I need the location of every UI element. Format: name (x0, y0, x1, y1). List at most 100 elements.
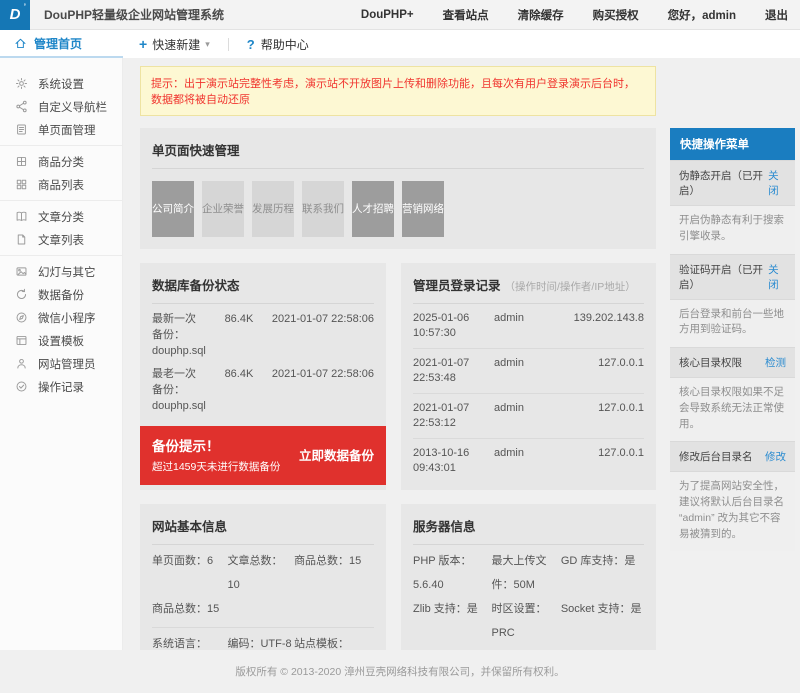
sidebar: 系统设置 自定义导航栏 单页面管理 商品分类 商品列表 (0, 58, 123, 650)
chevron-down-icon: ▾ (205, 39, 210, 50)
backup-status-card: 数据库备份状态 最新一次备份：douphp.sql 86.4K 2021-01-… (140, 263, 386, 490)
qp-rename-dir-link[interactable]: 修改 (765, 449, 786, 464)
check-circle-icon (15, 380, 28, 393)
page-tile-jobs[interactable]: 人才招聘 (352, 181, 394, 237)
quick-new-button[interactable]: 快速新建 (152, 36, 200, 53)
grid-icon (15, 178, 28, 191)
question-icon: ? (247, 37, 255, 52)
quick-actions-panel: 快捷操作菜单 伪静态开启（已开启） 关闭 开启伪静态有利于搜索引擎收录。 验证码… (670, 128, 795, 551)
qp-rename-dir-desc: 为了提高网站安全性，建议将默认后台目录名 “admin” 改为其它不容易被猜到的… (670, 471, 795, 551)
backup-alert-title: 备份提示！ (152, 435, 299, 455)
home-icon (14, 37, 27, 50)
server-info-card: 服务器信息 PHP 版本：5.6.40 最大上传文件：50M GD 库支持：是 … (401, 504, 656, 650)
server-env: PHP 版本：5.6.40 最大上传文件：50M GD 库支持：是 Zlib 支… (413, 545, 644, 650)
qp-captcha-close-link[interactable]: 关闭 (768, 262, 786, 292)
backup-alert-desc: 超过1459天未进行数据备份 (152, 459, 299, 474)
card-title: 服务器信息 (413, 516, 644, 545)
menu-clear-cache[interactable]: 清除缓存 (518, 7, 564, 23)
card-title: 单页面快速管理 (152, 140, 644, 169)
page-tile-marketing[interactable]: 营销网络 (402, 181, 444, 237)
page-icon (15, 123, 28, 136)
qp-rename-dir-row: 修改后台目录名 修改 (670, 441, 795, 471)
compass-icon (15, 311, 28, 324)
card-title: 数据库备份状态 (152, 275, 374, 304)
qp-captcha-row: 验证码开启（已开启） 关闭 (670, 254, 795, 299)
sidebar-item-single-pages[interactable]: 单页面管理 (0, 118, 122, 141)
sidebar-item-label: 系统设置 (38, 76, 84, 92)
sidebar-item-data-backup[interactable]: 数据备份 (0, 283, 122, 306)
backup-row: 最新一次备份：douphp.sql 86.4K 2021-01-07 22:58… (152, 304, 374, 359)
sidebar-item-label: 商品列表 (38, 177, 84, 193)
logo-letter: D (10, 6, 21, 23)
site-info-card: 网站基本信息 单页面数：6 文章总数：10 商品总数：15 商品总数：15 (140, 504, 386, 650)
login-log-row: 2021-01-07 22:53:48 admin 127.0.0.1 (413, 349, 644, 394)
qp-permissions-check-link[interactable]: 检测 (765, 355, 786, 370)
sidebar-item-slides-others[interactable]: 幻灯与其它 (0, 260, 122, 283)
login-log-row: 2025-01-06 10:57:30 admin 139.202.143.8 (413, 304, 644, 349)
sidebar-item-wechat-miniprogram[interactable]: 微信小程序 (0, 306, 122, 329)
sidebar-item-label: 商品分类 (38, 154, 84, 170)
menu-douphp-plus[interactable]: DouPHP+ (361, 9, 414, 21)
qp-permissions-row: 核心目录权限 检测 (670, 347, 795, 377)
quick-pages-card: 单页面快速管理 公司简介 企业荣誉 发展历程 联系我们 人才招聘 营销网络 (140, 128, 656, 249)
card-title: 管理员登录记录（操作时间/操作者/IP地址） (413, 275, 644, 304)
page-tiles: 公司简介 企业荣誉 发展历程 联系我们 人才招聘 营销网络 (152, 169, 644, 237)
file-icon (15, 233, 28, 246)
sidebar-item-label: 微信小程序 (38, 310, 96, 326)
page-tile-history[interactable]: 发展历程 (252, 181, 294, 237)
help-center-button[interactable]: 帮助中心 (261, 36, 309, 53)
template-icon (15, 334, 28, 347)
sidebar-item-template-settings[interactable]: 设置模板 (0, 329, 122, 352)
refresh-icon (15, 288, 28, 301)
image-icon (15, 265, 28, 278)
login-log-row: 2021-01-07 22:53:12 admin 127.0.0.1 (413, 394, 644, 439)
menu-logout[interactable]: 退出 (765, 7, 788, 23)
douphp-logo[interactable]: D ʼ (0, 0, 30, 30)
qp-captcha-desc: 后台登录和前台一些地方用到验证码。 (670, 299, 795, 348)
nav-actions: + 快速新建 ▾ ? 帮助中心 (139, 36, 309, 53)
user-icon (15, 357, 28, 370)
sidebar-item-custom-nav[interactable]: 自定义导航栏 (0, 95, 122, 118)
page-tile-company-profile[interactable]: 公司简介 (152, 181, 194, 237)
menu-buy-license[interactable]: 购买授权 (593, 7, 639, 23)
login-log-subtitle: （操作时间/操作者/IP地址） (505, 281, 636, 293)
sidebar-item-article-categories[interactable]: 文章分类 (0, 205, 122, 228)
sidebar-item-product-list[interactable]: 商品列表 (0, 173, 122, 196)
nav-admin-home[interactable]: 管理首页 (0, 30, 123, 58)
qp-rewrite-desc: 开启伪静态有利于搜索引擎收录。 (670, 205, 795, 254)
main-content: 提示：出于演示站完整性考虑，演示站不开放图片上传和删除功能，且每次有用户登录演示… (123, 58, 800, 650)
demo-notice-banner: 提示：出于演示站完整性考虑，演示站不开放图片上传和删除功能，且每次有用户登录演示… (140, 66, 656, 116)
qp-permissions-desc: 核心目录权限如果不足会导致系统无法正常使用。 (670, 377, 795, 441)
sidebar-group-tools: 幻灯与其它 数据备份 微信小程序 设置模板 网站管理员 (0, 255, 122, 402)
sidebar-item-label: 设置模板 (38, 333, 84, 349)
footer: 版权所有 © 2013-2020 漳州豆壳网络科技有限公司，并保留所有权利。 (0, 650, 800, 693)
plus-icon: + (139, 36, 147, 52)
card-title: 网站基本信息 (152, 516, 374, 545)
copyright-text: 版权所有 © 2013-2020 漳州豆壳网络科技有限公司，并保留所有权利。 (235, 664, 564, 679)
qp-rewrite-row: 伪静态开启（已开启） 关闭 (670, 160, 795, 205)
page-tile-contact[interactable]: 联系我们 (302, 181, 344, 237)
douphp-admin-window: D ʼ DouPHP轻量级企业网站管理系统 DouPHP+ 查看站点 清除缓存 … (0, 0, 800, 693)
book-icon (15, 210, 28, 223)
sidebar-item-label: 文章分类 (38, 209, 84, 225)
page-tile-honors[interactable]: 企业荣誉 (202, 181, 244, 237)
sidebar-item-article-list[interactable]: 文章列表 (0, 228, 122, 251)
sidebar-item-system-settings[interactable]: 系统设置 (0, 72, 122, 95)
sidebar-item-product-categories[interactable]: 商品分类 (0, 150, 122, 173)
backup-now-button[interactable]: 立即数据备份 (299, 445, 374, 464)
menu-greeting-admin: 您好，admin (668, 7, 736, 23)
sidebar-item-label: 操作记录 (38, 379, 84, 395)
sidebar-group-products: 商品分类 商品列表 (0, 145, 122, 200)
sidebar-item-label: 文章列表 (38, 232, 84, 248)
qp-rewrite-close-link[interactable]: 关闭 (768, 168, 786, 198)
backup-alert: 备份提示！ 超过1459天未进行数据备份 立即数据备份 (140, 426, 386, 485)
menu-view-site[interactable]: 查看站点 (443, 7, 489, 23)
share-icon (15, 100, 28, 113)
gear-icon (15, 77, 28, 90)
page-body: 系统设置 自定义导航栏 单页面管理 商品分类 商品列表 (0, 58, 800, 650)
login-log-row: 2013-10-16 09:43:01 admin 127.0.0.1 (413, 439, 644, 478)
sidebar-item-operation-log[interactable]: 操作记录 (0, 375, 122, 398)
site-counts: 单页面数：6 文章总数：10 商品总数：15 商品总数：15 (152, 545, 374, 627)
login-log-card: 管理员登录记录（操作时间/操作者/IP地址） 2025-01-06 10:57:… (401, 263, 656, 490)
sidebar-item-site-admins[interactable]: 网站管理员 (0, 352, 122, 375)
